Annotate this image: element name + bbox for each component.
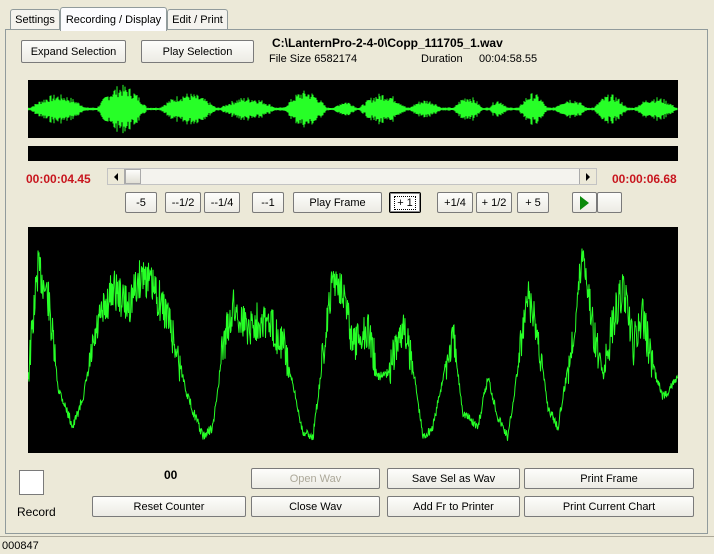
- counter-value: 00: [164, 468, 178, 482]
- tab-recording-display[interactable]: Recording / Display: [60, 7, 167, 31]
- minus5-label: -5: [136, 196, 146, 209]
- open-wav-label: Open Wav: [289, 472, 342, 485]
- tab-edit-print-label: Edit / Print: [172, 13, 223, 26]
- plus1-label: + 1: [394, 195, 416, 210]
- print-frame-label: Print Frame: [580, 472, 638, 485]
- play-icon: [580, 195, 589, 210]
- plus-quarter-button[interactable]: +1/4: [437, 192, 473, 213]
- duration-value: 00:04:58.55: [479, 53, 538, 65]
- print-frame-button[interactable]: Print Frame: [524, 468, 694, 489]
- minus-half-button[interactable]: --1/2: [165, 192, 201, 213]
- overview-waveform[interactable]: [27, 80, 678, 138]
- overview-waveform-graph: [27, 84, 678, 134]
- start-time: 00:00:04.45: [26, 172, 91, 186]
- minus-quarter-label: --1/4: [210, 196, 234, 209]
- print-chart-label: Print Current Chart: [562, 500, 656, 513]
- close-wav-button[interactable]: Close Wav: [251, 496, 380, 517]
- save-sel-label: Save Sel as Wav: [411, 472, 496, 485]
- plus-half-label: + 1/2: [481, 196, 507, 209]
- file-size: File Size 6582174: [269, 53, 358, 65]
- add-fr-to-printer-button[interactable]: Add Fr to Printer: [387, 496, 520, 517]
- record-indicator[interactable]: [19, 470, 44, 495]
- plus5-label: + 5: [525, 196, 541, 209]
- open-wav-button[interactable]: Open Wav: [251, 468, 380, 489]
- status-bar: 000847: [0, 536, 714, 554]
- plus-half-button[interactable]: + 1/2: [476, 192, 512, 213]
- horizontal-scrollbar[interactable]: [107, 168, 597, 185]
- minus-half-label: --1/2: [171, 196, 195, 209]
- play-selection-label: Play Selection: [162, 45, 233, 58]
- frame-waveform[interactable]: [27, 227, 678, 453]
- expand-selection-button[interactable]: Expand Selection: [21, 40, 126, 63]
- save-sel-as-wav-button[interactable]: Save Sel as Wav: [387, 468, 520, 489]
- tab-edit-print[interactable]: Edit / Print: [167, 9, 228, 29]
- tab-settings-label: Settings: [15, 13, 55, 26]
- scroll-thumb[interactable]: [125, 169, 141, 184]
- scroll-left-button[interactable]: [108, 169, 125, 184]
- file-path: C:\LanternPro-2-4-0\Copp_111705_1.wav: [272, 36, 503, 50]
- play-selection-button[interactable]: Play Selection: [141, 40, 254, 63]
- minus5-button[interactable]: -5: [125, 192, 157, 213]
- minus1-button[interactable]: --1: [252, 192, 284, 213]
- play-frame-button[interactable]: Play Frame: [293, 192, 382, 213]
- add-fr-label: Add Fr to Printer: [413, 500, 494, 513]
- frame-waveform-graph: [27, 248, 678, 441]
- record-label: Record: [17, 505, 56, 519]
- selection-bar[interactable]: [28, 146, 678, 161]
- status-text: 000847: [2, 540, 39, 552]
- minus-quarter-button[interactable]: --1/4: [204, 192, 240, 213]
- tab-recording-display-label: Recording / Display: [65, 13, 162, 26]
- stop-button[interactable]: [597, 192, 622, 213]
- triangle-right-icon: [586, 172, 590, 181]
- close-wav-label: Close Wav: [289, 500, 342, 513]
- print-current-chart-button[interactable]: Print Current Chart: [524, 496, 694, 517]
- play-button[interactable]: [572, 192, 597, 213]
- plus-quarter-label: +1/4: [444, 196, 466, 209]
- end-time: 00:00:06.68: [612, 172, 677, 186]
- reset-counter-button[interactable]: Reset Counter: [92, 496, 246, 517]
- expand-selection-label: Expand Selection: [30, 45, 117, 58]
- triangle-left-icon: [114, 172, 118, 181]
- tab-settings[interactable]: Settings: [10, 9, 60, 29]
- scroll-right-button[interactable]: [579, 169, 596, 184]
- plus5-button[interactable]: + 5: [517, 192, 549, 213]
- duration-label: Duration: [421, 53, 463, 65]
- plus1-button[interactable]: + 1: [389, 192, 421, 213]
- minus1-label: --1: [261, 196, 275, 209]
- recording-display-panel: Expand Selection Play Selection C:\Lante…: [5, 29, 708, 534]
- play-frame-label: Play Frame: [309, 196, 366, 209]
- reset-counter-label: Reset Counter: [133, 500, 205, 513]
